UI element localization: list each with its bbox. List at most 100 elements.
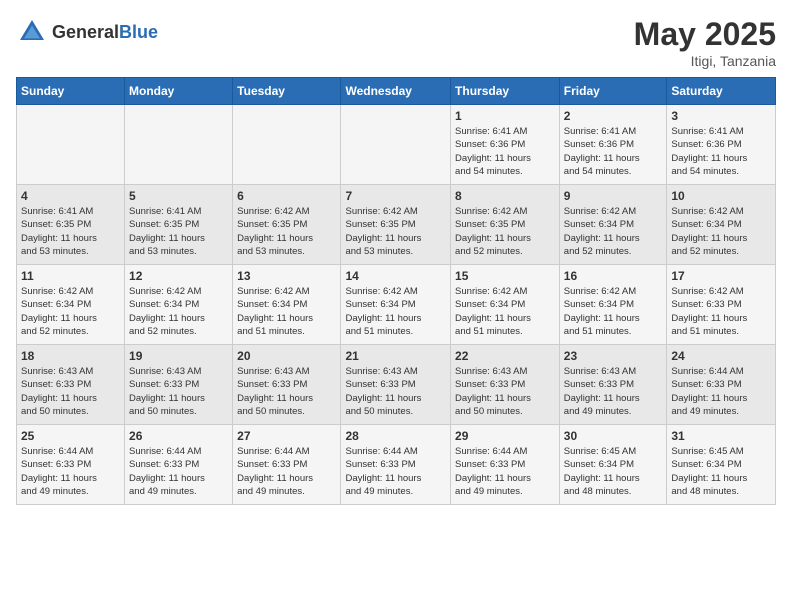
day-info: Sunrise: 6:42 AM Sunset: 6:34 PM Dayligh…: [237, 285, 336, 338]
day-number: 11: [21, 269, 120, 283]
day-number: 2: [564, 109, 663, 123]
day-info: Sunrise: 6:42 AM Sunset: 6:34 PM Dayligh…: [564, 285, 663, 338]
day-number: 14: [345, 269, 446, 283]
day-info: Sunrise: 6:42 AM Sunset: 6:35 PM Dayligh…: [345, 205, 446, 258]
day-info: Sunrise: 6:45 AM Sunset: 6:34 PM Dayligh…: [671, 445, 771, 498]
day-number: 21: [345, 349, 446, 363]
calendar-cell: 5 Sunrise: 6:41 AM Sunset: 6:35 PM Daylig…: [125, 185, 233, 265]
day-info: Sunrise: 6:44 AM Sunset: 6:33 PM Dayligh…: [129, 445, 228, 498]
calendar-cell: 2 Sunrise: 6:41 AM Sunset: 6:36 PM Daylig…: [559, 105, 667, 185]
day-number: 4: [21, 189, 120, 203]
calendar-week-2: 4 Sunrise: 6:41 AM Sunset: 6:35 PM Daylig…: [17, 185, 776, 265]
day-info: Sunrise: 6:44 AM Sunset: 6:33 PM Dayligh…: [237, 445, 336, 498]
day-info: Sunrise: 6:44 AM Sunset: 6:33 PM Dayligh…: [455, 445, 555, 498]
day-number: 5: [129, 189, 228, 203]
calendar-cell: 10 Sunrise: 6:42 AM Sunset: 6:34 PM Dayli…: [667, 185, 776, 265]
calendar-cell: 14Sunrise: 6:42 AM Sunset: 6:34 PM Dayli…: [341, 265, 451, 345]
calendar-cell: 29 Sunrise: 6:44 AM Sunset: 6:33 PM Dayli…: [451, 425, 560, 505]
day-info: Sunrise: 6:42 AM Sunset: 6:34 PM Dayligh…: [564, 205, 663, 258]
calendar-cell: [125, 105, 233, 185]
calendar-cell: 24 Sunrise: 6:44 AM Sunset: 6:33 PM Dayli…: [667, 345, 776, 425]
day-number: 29: [455, 429, 555, 443]
day-info: Sunrise: 6:43 AM Sunset: 6:33 PM Dayligh…: [21, 365, 120, 418]
calendar-cell: 15 Sunrise: 6:42 AM Sunset: 6:34 PM Dayli…: [451, 265, 560, 345]
day-info: Sunrise: 6:42 AM Sunset: 6:34 PM Dayligh…: [671, 205, 771, 258]
day-info: Sunrise: 6:43 AM Sunset: 6:33 PM Dayligh…: [455, 365, 555, 418]
day-info: Sunrise: 6:41 AM Sunset: 6:35 PM Dayligh…: [129, 205, 228, 258]
calendar-cell: 28Sunrise: 6:44 AM Sunset: 6:33 PM Dayli…: [341, 425, 451, 505]
weekday-header-row: SundayMondayTuesdayWednesdayThursdayFrid…: [17, 78, 776, 105]
calendar-cell: 18 Sunrise: 6:43 AM Sunset: 6:33 PM Dayli…: [17, 345, 125, 425]
day-number: 7: [345, 189, 446, 203]
weekday-header-monday: Monday: [125, 78, 233, 105]
day-info: Sunrise: 6:43 AM Sunset: 6:33 PM Dayligh…: [564, 365, 663, 418]
calendar-cell: [233, 105, 341, 185]
calendar-cell: 13 Sunrise: 6:42 AM Sunset: 6:34 PM Dayli…: [233, 265, 341, 345]
calendar-week-4: 18 Sunrise: 6:43 AM Sunset: 6:33 PM Dayli…: [17, 345, 776, 425]
day-number: 10: [671, 189, 771, 203]
day-info: Sunrise: 6:41 AM Sunset: 6:36 PM Dayligh…: [564, 125, 663, 178]
weekday-header-tuesday: Tuesday: [233, 78, 341, 105]
day-number: 26: [129, 429, 228, 443]
calendar-cell: 7 Sunrise: 6:42 AM Sunset: 6:35 PM Daylig…: [341, 185, 451, 265]
day-number: 12: [129, 269, 228, 283]
weekday-header-wednesday: Wednesday: [341, 78, 451, 105]
day-info: Sunrise: 6:41 AM Sunset: 6:35 PM Dayligh…: [21, 205, 120, 258]
day-number: 15: [455, 269, 555, 283]
title-block: May 2025 Itigi, Tanzania: [634, 16, 776, 69]
day-number: 3: [671, 109, 771, 123]
calendar-cell: 12 Sunrise: 6:42 AM Sunset: 6:34 PM Dayli…: [125, 265, 233, 345]
calendar-cell: 1 Sunrise: 6:41 AM Sunset: 6:36 PM Daylig…: [451, 105, 560, 185]
day-info: Sunrise: 6:43 AM Sunset: 6:33 PM Dayligh…: [129, 365, 228, 418]
calendar-cell: 16Sunrise: 6:42 AM Sunset: 6:34 PM Dayli…: [559, 265, 667, 345]
calendar-cell: 26 Sunrise: 6:44 AM Sunset: 6:33 PM Dayli…: [125, 425, 233, 505]
calendar-cell: 8 Sunrise: 6:42 AM Sunset: 6:35 PM Daylig…: [451, 185, 560, 265]
calendar-cell: 19 Sunrise: 6:43 AM Sunset: 6:33 PM Dayli…: [125, 345, 233, 425]
day-info: Sunrise: 6:42 AM Sunset: 6:34 PM Dayligh…: [129, 285, 228, 338]
calendar-cell: 9 Sunrise: 6:42 AM Sunset: 6:34 PM Daylig…: [559, 185, 667, 265]
day-info: Sunrise: 6:44 AM Sunset: 6:33 PM Dayligh…: [21, 445, 120, 498]
calendar-cell: 6 Sunrise: 6:42 AM Sunset: 6:35 PM Daylig…: [233, 185, 341, 265]
day-info: Sunrise: 6:44 AM Sunset: 6:33 PM Dayligh…: [345, 445, 446, 498]
day-number: 31: [671, 429, 771, 443]
logo-icon: [16, 16, 48, 48]
day-info: Sunrise: 6:43 AM Sunset: 6:33 PM Dayligh…: [237, 365, 336, 418]
calendar-table: SundayMondayTuesdayWednesdayThursdayFrid…: [16, 77, 776, 505]
calendar-cell: 27Sunrise: 6:44 AM Sunset: 6:33 PM Dayli…: [233, 425, 341, 505]
month-year: May 2025: [634, 16, 776, 53]
calendar-week-1: 1 Sunrise: 6:41 AM Sunset: 6:36 PM Daylig…: [17, 105, 776, 185]
calendar-cell: 3 Sunrise: 6:41 AM Sunset: 6:36 PM Daylig…: [667, 105, 776, 185]
calendar-cell: 22Sunrise: 6:43 AM Sunset: 6:33 PM Dayli…: [451, 345, 560, 425]
day-number: 19: [129, 349, 228, 363]
page-header: GeneralBlue May 2025 Itigi, Tanzania: [16, 16, 776, 69]
day-number: 13: [237, 269, 336, 283]
logo: GeneralBlue: [16, 16, 158, 48]
calendar-cell: 4 Sunrise: 6:41 AM Sunset: 6:35 PM Daylig…: [17, 185, 125, 265]
day-number: 30: [564, 429, 663, 443]
day-number: 23: [564, 349, 663, 363]
day-number: 6: [237, 189, 336, 203]
day-number: 1: [455, 109, 555, 123]
day-info: Sunrise: 6:41 AM Sunset: 6:36 PM Dayligh…: [671, 125, 771, 178]
day-number: 18: [21, 349, 120, 363]
day-number: 20: [237, 349, 336, 363]
calendar-cell: 11 Sunrise: 6:42 AM Sunset: 6:34 PM Dayli…: [17, 265, 125, 345]
calendar-cell: 25Sunrise: 6:44 AM Sunset: 6:33 PM Dayli…: [17, 425, 125, 505]
location: Itigi, Tanzania: [634, 53, 776, 69]
calendar-cell: 17Sunrise: 6:42 AM Sunset: 6:33 PM Dayli…: [667, 265, 776, 345]
day-number: 9: [564, 189, 663, 203]
day-number: 24: [671, 349, 771, 363]
day-info: Sunrise: 6:41 AM Sunset: 6:36 PM Dayligh…: [455, 125, 555, 178]
day-number: 8: [455, 189, 555, 203]
day-info: Sunrise: 6:42 AM Sunset: 6:34 PM Dayligh…: [21, 285, 120, 338]
day-info: Sunrise: 6:44 AM Sunset: 6:33 PM Dayligh…: [671, 365, 771, 418]
calendar-week-3: 11 Sunrise: 6:42 AM Sunset: 6:34 PM Dayli…: [17, 265, 776, 345]
day-info: Sunrise: 6:42 AM Sunset: 6:35 PM Dayligh…: [237, 205, 336, 258]
day-info: Sunrise: 6:42 AM Sunset: 6:35 PM Dayligh…: [455, 205, 555, 258]
logo-general: General: [52, 22, 119, 42]
calendar-cell: [341, 105, 451, 185]
calendar-cell: 23 Sunrise: 6:43 AM Sunset: 6:33 PM Dayli…: [559, 345, 667, 425]
calendar-cell: 20 Sunrise: 6:43 AM Sunset: 6:33 PM Dayli…: [233, 345, 341, 425]
logo-text: GeneralBlue: [52, 22, 158, 43]
day-info: Sunrise: 6:42 AM Sunset: 6:34 PM Dayligh…: [455, 285, 555, 338]
